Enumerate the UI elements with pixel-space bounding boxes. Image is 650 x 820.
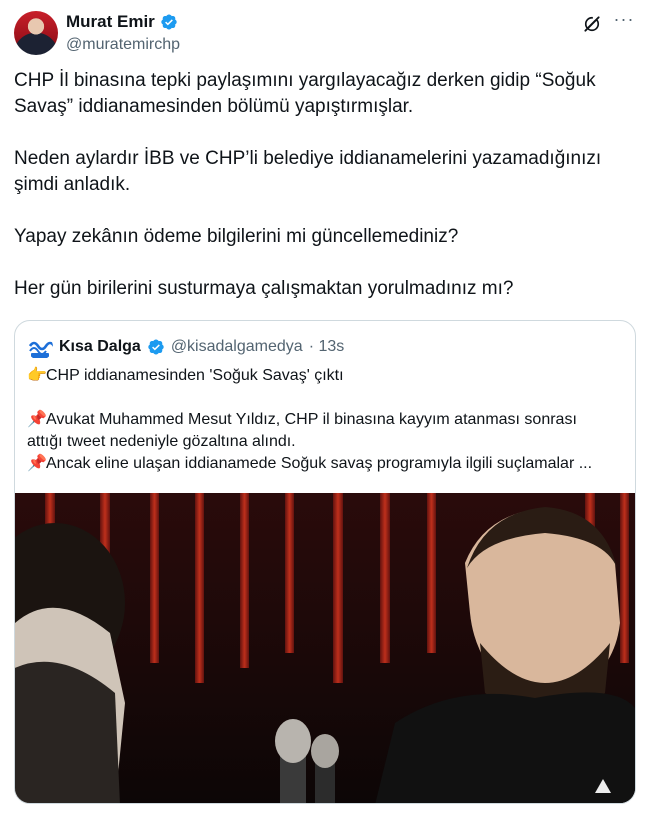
tweet-paragraph: Neden aylardır İBB ve CHP’li belediye id… — [14, 148, 602, 195]
quote-line: 👉CHP iddianamesinden 'Soğuk Savaş' çıktı — [27, 365, 627, 387]
verified-badge-icon — [148, 339, 164, 355]
video-frame-illustration — [15, 493, 635, 803]
quoted-tweet[interactable]: Kısa Dalga @kisadalgamedya · 13s 👉CHP id… — [14, 320, 636, 804]
tweet-body: CHP İl binasına tepki paylaşımını yargıl… — [14, 68, 634, 302]
quote-timestamp[interactable]: · 13s — [309, 338, 345, 356]
pushpin-icon: 📌 — [27, 455, 47, 472]
more-options-icon[interactable]: ··· — [612, 10, 636, 32]
quote-line: attığı tweet nedeniyle gözaltına alındı. — [27, 433, 296, 450]
kisa-dalga-logo-icon — [28, 341, 53, 358]
tweet-paragraph: Her gün birilerini susturmaya çalışmakta… — [14, 278, 514, 299]
quote-author-name[interactable]: Kısa Dalga — [59, 338, 141, 356]
pushpin-icon: 📌 — [27, 411, 47, 428]
tweet-paragraph: CHP İl binasına tepki paylaşımını yargıl… — [14, 70, 596, 117]
verified-badge-icon — [161, 14, 177, 30]
quote-line: 📌Avukat Muhammed Mesut Yıldız, CHP il bi… — [27, 409, 627, 431]
author-name-line: Murat Emir — [66, 12, 178, 32]
tweet-paragraph: Yapay zekânın ödeme bilgilerini mi günce… — [14, 226, 459, 247]
author-name[interactable]: Murat Emir — [66, 12, 155, 32]
quote-author-handle[interactable]: @kisadalgamedya — [171, 338, 303, 356]
quote-body: 👉CHP iddianamesinden 'Soğuk Savaş' çıktı… — [27, 365, 627, 475]
quote-media-video[interactable] — [15, 493, 635, 803]
author-avatar[interactable] — [14, 11, 58, 55]
quote-author-avatar[interactable] — [27, 334, 53, 360]
quote-header: Kısa Dalga @kisadalgamedya · 13s — [27, 334, 344, 360]
grok-icon[interactable] — [582, 14, 602, 34]
pointing-hand-icon: 👉 — [27, 367, 47, 384]
author-handle[interactable]: @muratemirchp — [66, 36, 180, 54]
tweet-header: Murat Emir @muratemirchp ··· — [14, 8, 636, 56]
quote-line: 📌Ancak eline ulaşan iddianamede Soğuk sa… — [27, 453, 627, 475]
